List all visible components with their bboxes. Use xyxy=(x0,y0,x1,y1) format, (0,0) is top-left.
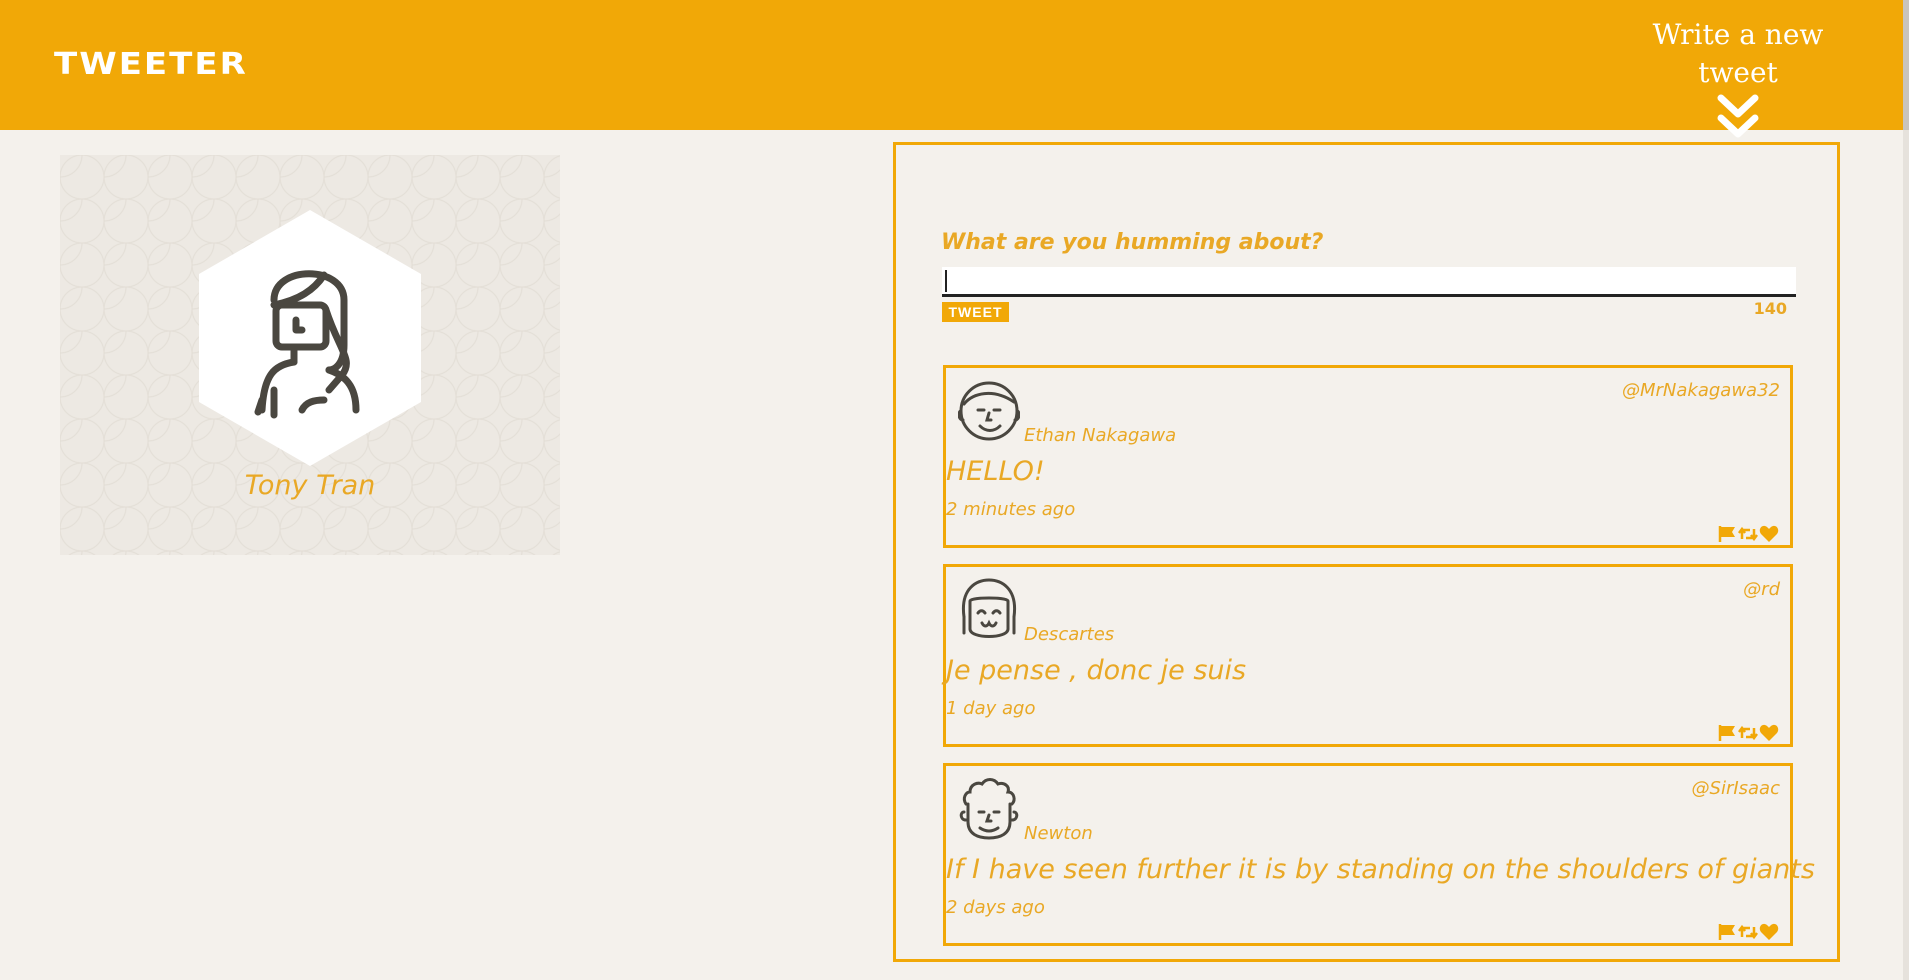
write-new-tweet-label[interactable]: Write a new tweet xyxy=(1623,16,1853,92)
tweet-input[interactable] xyxy=(942,267,1796,297)
tweet-content: Je pense , donc je suis xyxy=(946,655,1247,686)
profile-name: Tony Tran xyxy=(244,470,376,501)
tweet-card: @MrNakagawa32 Ethan Nakagawa HELLO! 2 mi… xyxy=(943,365,1793,548)
scrollbar-thumb[interactable] xyxy=(1903,0,1909,130)
flag-icon[interactable] xyxy=(1717,923,1737,941)
text-caret xyxy=(945,270,947,292)
tweet-author-name: Descartes xyxy=(1024,624,1115,645)
tweet-card: @SirIsaac Newton If I have seen further … xyxy=(943,763,1815,946)
profile-avatar-hexagon xyxy=(199,210,421,466)
woman-avatar-icon xyxy=(254,270,360,419)
heart-icon[interactable] xyxy=(1759,724,1779,742)
compose-label: What are you humming about? xyxy=(941,230,1324,255)
profile-card: Tony Tran xyxy=(60,155,560,555)
double-chevron-down-icon[interactable] xyxy=(1713,92,1763,142)
flag-icon[interactable] xyxy=(1717,724,1737,742)
heart-icon[interactable] xyxy=(1759,525,1779,543)
page-scrollbar[interactable] xyxy=(1903,0,1909,980)
tweet-button[interactable]: TWEET xyxy=(942,302,1009,322)
tweet-actions xyxy=(1717,923,1779,941)
tweet-actions xyxy=(1717,525,1779,543)
tweet-timestamp: 2 days ago xyxy=(946,897,1045,918)
brand-logo[interactable]: TWEETER xyxy=(54,46,248,82)
tweet-card: @rd Descartes Je pense , donc je suis 1 … xyxy=(943,564,1793,747)
tweet-handle[interactable]: @MrNakagawa32 xyxy=(1622,380,1780,401)
tweet-panel: What are you humming about? TWEET 140 @M… xyxy=(893,142,1840,962)
bob-hair-avatar-icon xyxy=(961,578,1017,638)
tweet-timestamp: 1 day ago xyxy=(946,698,1036,719)
flag-icon[interactable] xyxy=(1717,525,1737,543)
heart-icon[interactable] xyxy=(1759,923,1779,941)
character-counter: 140 xyxy=(1753,299,1787,318)
retweet-icon[interactable] xyxy=(1738,525,1758,543)
retweet-icon[interactable] xyxy=(1738,923,1758,941)
tweet-actions xyxy=(1717,724,1779,742)
man-avatar-icon xyxy=(958,381,1020,441)
tweet-handle[interactable]: @rd xyxy=(1743,579,1780,600)
navbar: TWEETER Write a new tweet xyxy=(0,0,1903,138)
tweet-handle[interactable]: @SirIsaac xyxy=(1692,778,1780,799)
tweet-author-name: Newton xyxy=(1024,823,1093,844)
retweet-icon[interactable] xyxy=(1738,724,1758,742)
write-new-tweet-toggle[interactable]: Write a new tweet xyxy=(1623,16,1853,142)
tweet-timestamp: 2 minutes ago xyxy=(946,499,1076,520)
curly-hair-avatar-icon xyxy=(959,778,1019,840)
tweet-author-name: Ethan Nakagawa xyxy=(1024,425,1177,446)
tweet-content: HELLO! xyxy=(946,456,1045,487)
tweet-content: If I have seen further it is by standing… xyxy=(946,854,1815,885)
